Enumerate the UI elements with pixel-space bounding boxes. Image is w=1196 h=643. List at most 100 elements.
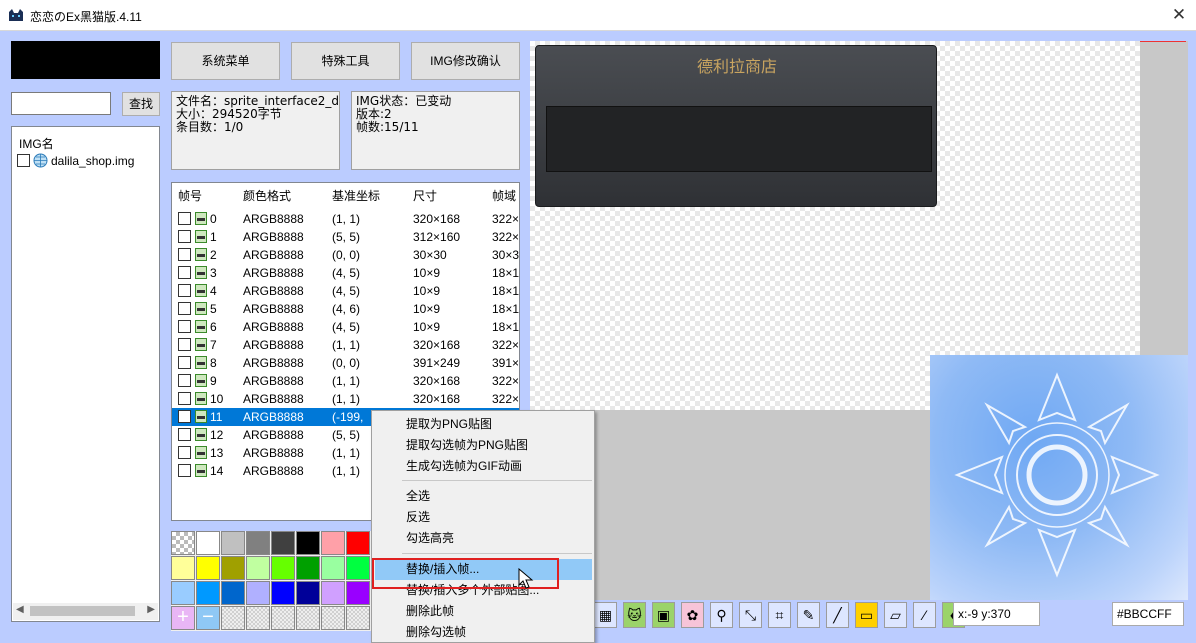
color-swatch[interactable] — [196, 531, 220, 555]
paw-icon[interactable]: ✿ — [681, 602, 704, 628]
frame-row[interactable]: 9 ARGB8888 (1, 1) 320×168 322× — [172, 372, 519, 390]
transparent-swatch[interactable] — [171, 531, 195, 555]
search-button[interactable]: 查找 — [122, 92, 160, 116]
scroll-left-icon[interactable]: ◀ — [16, 604, 24, 615]
color-swatch[interactable] — [171, 581, 195, 605]
pencil-icon[interactable]: ✎ — [797, 602, 820, 628]
empty-swatch[interactable] — [321, 606, 345, 630]
color-swatch[interactable] — [271, 556, 295, 580]
color-swatch[interactable] — [296, 556, 320, 580]
camera-icon[interactable]: ▣ — [652, 602, 675, 628]
menu-separator — [402, 553, 592, 554]
empty-swatch[interactable] — [246, 606, 270, 630]
color-swatch[interactable] — [346, 556, 370, 580]
img-confirm-button[interactable]: IMG修改确认 — [411, 42, 520, 80]
frame-checkbox[interactable] — [178, 356, 191, 369]
context-menu-item[interactable]: 生成勾选帧为GIF动画 — [375, 456, 592, 477]
frame-checkbox[interactable] — [178, 320, 191, 333]
context-menu-item[interactable]: 提取为PNG贴图 — [375, 414, 592, 435]
frame-row[interactable]: 5 ARGB8888 (4, 6) 10×9 18×1 — [172, 300, 519, 318]
context-menu-item[interactable]: 全选 — [375, 486, 592, 507]
frame-color-format: ARGB8888 — [243, 338, 304, 352]
color-swatch[interactable] — [221, 556, 245, 580]
frame-row[interactable]: 8 ARGB8888 (0, 0) 391×249 391× — [172, 354, 519, 372]
color-swatch[interactable] — [246, 556, 270, 580]
color-swatch[interactable] — [221, 531, 245, 555]
frame-row[interactable]: 7 ARGB8888 (1, 1) 320×168 322× — [172, 336, 519, 354]
col-frame-id[interactable]: 帧号 — [178, 187, 202, 204]
empty-swatch[interactable] — [296, 606, 320, 630]
context-menu-item[interactable]: 反选 — [375, 507, 592, 528]
frame-row[interactable]: 2 ARGB8888 (0, 0) 30×30 30×3 — [172, 246, 519, 264]
empty-swatch[interactable] — [221, 606, 245, 630]
remove-color-button[interactable]: − — [196, 606, 220, 630]
color-swatch[interactable] — [296, 581, 320, 605]
color-swatch[interactable] — [296, 531, 320, 555]
context-menu-item[interactable]: 删除勾选帧 — [375, 622, 592, 643]
context-menu-item[interactable]: 提取勾选帧为PNG贴图 — [375, 435, 592, 456]
magnifier-icon[interactable]: ⚲ — [710, 602, 733, 628]
empty-swatch[interactable] — [346, 606, 370, 630]
col-color-format[interactable]: 颜色格式 — [243, 187, 291, 204]
tree-item-checkbox[interactable] — [17, 154, 30, 167]
color-swatch[interactable] — [196, 581, 220, 605]
context-menu-item[interactable]: 勾选高亮 — [375, 528, 592, 549]
color-swatch[interactable] — [321, 581, 345, 605]
frame-checkbox[interactable] — [178, 374, 191, 387]
frame-checkbox[interactable] — [178, 428, 191, 441]
frame-row[interactable]: 0 ARGB8888 (1, 1) 320×168 322× — [172, 210, 519, 228]
frame-checkbox[interactable] — [178, 248, 191, 261]
col-frame-domain[interactable]: 帧域 — [492, 187, 516, 204]
frame-row[interactable]: 6 ARGB8888 (4, 5) 10×9 18×1 — [172, 318, 519, 336]
color-swatch[interactable] — [271, 531, 295, 555]
frame-checkbox[interactable] — [178, 410, 191, 423]
transform-icon[interactable]: ⤡ — [739, 602, 762, 628]
scrollbar-thumb[interactable] — [30, 606, 135, 616]
context-menu-item[interactable]: 删除此帧 — [375, 601, 592, 622]
film-icon[interactable]: ▦ — [594, 602, 617, 628]
color-swatch[interactable] — [196, 556, 220, 580]
color-swatch[interactable] — [246, 581, 270, 605]
close-button[interactable]: ✕ — [1166, 2, 1192, 28]
frame-checkbox[interactable] — [178, 266, 191, 279]
add-color-button[interactable]: + — [171, 606, 195, 630]
search-input[interactable] — [11, 92, 111, 115]
frame-checkbox[interactable] — [178, 302, 191, 315]
frame-row[interactable]: 1 ARGB8888 (5, 5) 312×160 322× — [172, 228, 519, 246]
frame-checkbox[interactable] — [178, 212, 191, 225]
color-swatch[interactable] — [246, 531, 270, 555]
frame-checkbox[interactable] — [178, 284, 191, 297]
color-swatch[interactable] — [321, 556, 345, 580]
frame-row[interactable]: 10 ARGB8888 (1, 1) 320×168 322× — [172, 390, 519, 408]
frame-checkbox[interactable] — [178, 446, 191, 459]
col-size[interactable]: 尺寸 — [413, 187, 437, 204]
frame-checkbox[interactable] — [178, 230, 191, 243]
crop-icon[interactable]: ⌗ — [768, 602, 791, 628]
col-base-coord[interactable]: 基准坐标 — [332, 187, 380, 204]
color-swatch[interactable] — [346, 581, 370, 605]
cursor-coordinates: x:-9 y:370 — [953, 602, 1040, 626]
frame-checkbox[interactable] — [178, 464, 191, 477]
context-menu: 提取为PNG贴图 提取勾选帧为PNG贴图 生成勾选帧为GIF动画 全选 反选 勾选高亮 替换… — [371, 410, 595, 643]
color-swatch[interactable] — [171, 556, 195, 580]
empty-swatch[interactable] — [271, 606, 295, 630]
img-tree[interactable]: IMG名 dalila_shop.img ◀ ▶ — [11, 126, 160, 622]
color-swatch[interactable] — [221, 581, 245, 605]
frame-row[interactable]: 3 ARGB8888 (4, 5) 10×9 18×1 — [172, 264, 519, 282]
color-swatch[interactable] — [346, 531, 370, 555]
system-menu-button[interactable]: 系统菜单 — [171, 42, 280, 80]
frame-checkbox[interactable] — [178, 392, 191, 405]
color-swatch[interactable] — [321, 531, 345, 555]
color-swatch[interactable] — [271, 581, 295, 605]
rectangle-icon[interactable]: ▭ — [855, 602, 878, 628]
scroll-right-icon[interactable]: ▶ — [147, 604, 155, 615]
eraser-icon[interactable]: ▱ — [884, 602, 907, 628]
frame-checkbox[interactable] — [178, 338, 191, 351]
tree-item[interactable]: dalila_shop.img — [17, 153, 157, 169]
horizontal-scrollbar[interactable]: ◀ ▶ — [13, 603, 158, 620]
frame-row[interactable]: 4 ARGB8888 (4, 5) 10×9 18×1 — [172, 282, 519, 300]
eyedropper-icon[interactable]: ⁄ — [913, 602, 936, 628]
line-icon[interactable]: ╱ — [826, 602, 849, 628]
special-tools-button[interactable]: 特殊工具 — [291, 42, 400, 80]
cat-icon[interactable]: 🐱 — [623, 602, 646, 628]
